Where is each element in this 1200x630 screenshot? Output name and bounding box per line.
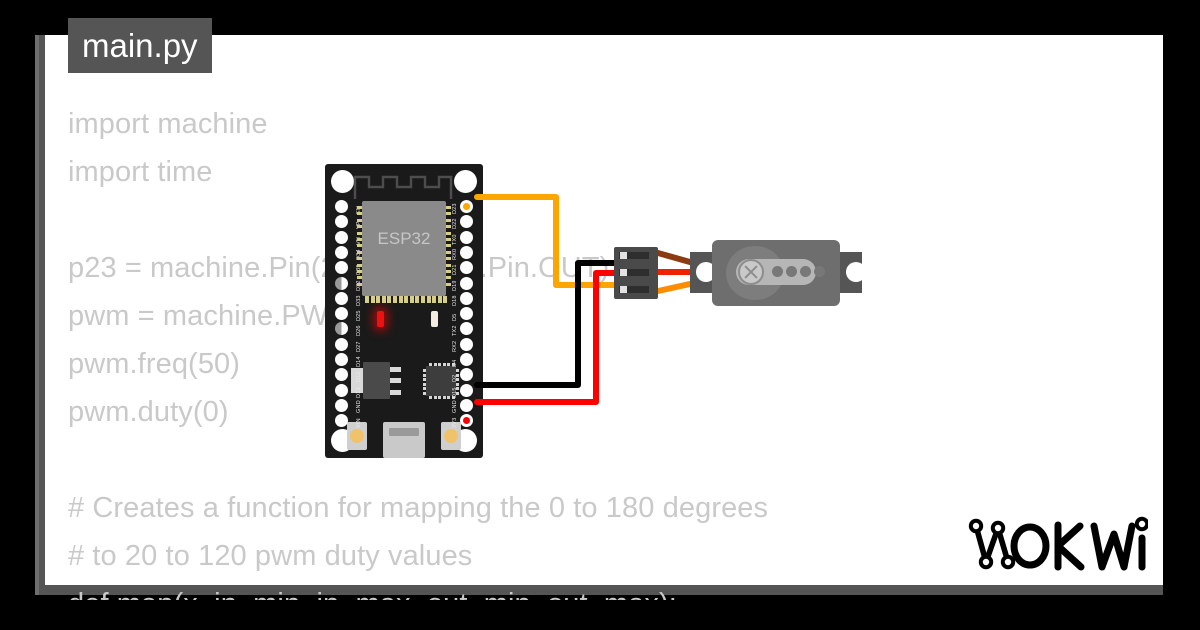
servo-horn-hole-1 [772, 266, 783, 277]
servo-connector[interactable] [614, 247, 658, 299]
wokwi-project-thumbnail: import machine import time p23 = machine.P… [0, 0, 1200, 630]
servo-hub [738, 259, 764, 285]
servo-motor[interactable] [690, 240, 875, 306]
connector-pin-vcc [620, 269, 627, 276]
servo-hub-cross-icon [744, 265, 758, 279]
servo-horn-hole-3 [800, 266, 811, 277]
wokwi-logo [968, 516, 1148, 571]
servo-horn-hole-2 [786, 266, 797, 277]
servo-horn-hole-4 [814, 266, 825, 277]
connector-pin-signal [620, 286, 627, 293]
connector-pin-gnd [620, 252, 627, 259]
servo-mount-hole-right [846, 262, 866, 282]
